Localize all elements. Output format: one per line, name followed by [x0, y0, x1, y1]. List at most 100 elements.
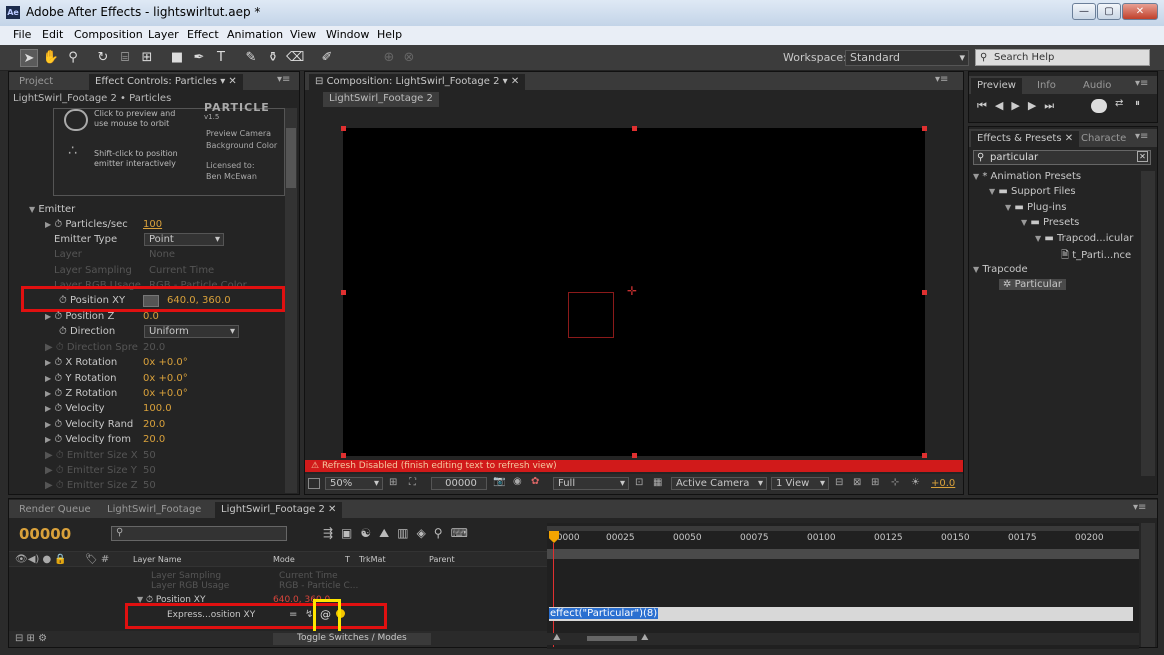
workspace-dropdown[interactable]: Standard ▾	[845, 50, 969, 66]
menu-animation[interactable]: Animation	[227, 28, 283, 41]
zoom-out-icon[interactable]: ⛰	[553, 633, 561, 643]
timeline-zoom-bar[interactable]: ⛰ ⛰	[547, 633, 1139, 645]
tab-render-queue[interactable]: Render Queue	[13, 502, 97, 518]
menu-file[interactable]: File	[13, 28, 31, 41]
toggle-pixel-icon[interactable]: ⊟	[835, 477, 843, 488]
y-rotation-value[interactable]: 0x +0.0°	[143, 373, 188, 384]
grid-icon[interactable]: ⊞	[389, 477, 397, 488]
zoom-dropdown[interactable]: 50% ▾	[325, 477, 383, 490]
camera-tool-icon[interactable]: ⌸	[116, 49, 134, 67]
fast-previews-icon[interactable]: ⊠	[853, 477, 861, 488]
prop-velocity-rand[interactable]: ▶ ⏱ Velocity Rand	[45, 419, 133, 430]
search-help-input[interactable]: ⚲ Search Help	[975, 49, 1150, 66]
menu-edit[interactable]: Edit	[42, 28, 63, 41]
direction-dropdown[interactable]: Uniform ▾	[144, 325, 239, 338]
tree-preset-file[interactable]: 🗎 t_Parti...nce	[1061, 248, 1131, 265]
menu-window[interactable]: Window	[326, 28, 369, 41]
show-snapshot-icon[interactable]: ◉	[513, 476, 522, 487]
flowchart-icon[interactable]: ⊹	[891, 477, 899, 488]
tab-lightswirl-footage-2[interactable]: LightSwirl_Footage 2 ✕	[215, 502, 343, 518]
preview-menu-icon[interactable]: ▾≡	[1135, 78, 1148, 89]
emitter-crosshair-icon[interactable]: ✛	[627, 284, 637, 298]
region-icon[interactable]: ⊡	[635, 477, 643, 488]
tree-animation-presets[interactable]: ▼ * Animation Presets	[973, 171, 1081, 182]
timeline-switch-icons[interactable]: ⇶▣☯⛰▥◈⚲⌨	[323, 526, 476, 541]
prop-x-rotation[interactable]: ▶ ⏱ X Rotation	[45, 357, 117, 368]
timeline-menu-icon[interactable]: ▾≡	[1133, 502, 1146, 513]
hand-tool-icon[interactable]: ✋	[42, 49, 60, 67]
layer-bounding-box[interactable]	[568, 292, 614, 338]
prop-particles-sec[interactable]: ▶ ⏱ Particles/sec	[45, 219, 128, 230]
comp-viewer[interactable]: ✛	[343, 128, 925, 456]
tab-info[interactable]: Info	[1031, 78, 1062, 94]
toggle-switches-modes-button[interactable]: Toggle Switches / Modes	[273, 633, 431, 645]
comp-timecode[interactable]: 00000	[431, 477, 487, 490]
layer-search-input[interactable]: ⚲	[111, 526, 287, 541]
prop-position-z[interactable]: ▶ ⏱ Position Z	[45, 311, 114, 322]
tree-support-files[interactable]: ▼ ▬ Support Files	[989, 186, 1076, 197]
col-trkmat[interactable]: TrkMat	[359, 555, 386, 564]
rotate-tool-icon[interactable]: ↻	[94, 49, 112, 67]
timeline-scrollbar[interactable]	[1141, 523, 1155, 647]
exposure-icon[interactable]: ☀	[911, 477, 920, 488]
particular-ui-header[interactable]: Click to preview and use mouse to orbit …	[53, 101, 285, 196]
type-tool-icon[interactable]: T	[212, 49, 230, 67]
tab-preview[interactable]: Preview	[971, 78, 1022, 94]
scroll-thumb[interactable]	[286, 128, 296, 188]
menu-layer[interactable]: Layer	[148, 28, 179, 41]
comp-subtab[interactable]: LightSwirl_Footage 2	[323, 92, 439, 107]
menu-view[interactable]: View	[290, 28, 316, 41]
brush-tool-icon[interactable]: ✎	[242, 49, 260, 67]
pan-behind-tool-icon[interactable]: ⊞	[138, 49, 156, 67]
particles-sec-value[interactable]: 100	[143, 219, 162, 230]
expression-field[interactable]: effect("Particular")(8)	[549, 607, 1133, 621]
left-scrollbar[interactable]	[285, 108, 297, 493]
position-z-value[interactable]: 0.0	[143, 311, 159, 322]
panel-menu-icon[interactable]: ▾≡	[277, 74, 290, 85]
eraser-tool-icon[interactable]: ⌫	[286, 49, 304, 67]
minimize-button[interactable]: —	[1072, 3, 1096, 20]
pen-tool-icon[interactable]: ✒	[190, 49, 208, 67]
effects-search-input[interactable]: ⚲ particular ✕	[973, 150, 1151, 165]
tree-particular-effect[interactable]: ✲ Particular	[999, 279, 1066, 290]
col-layer-name[interactable]: Layer Name	[133, 555, 181, 564]
comp-flow-icons[interactable]: ⊟ ⊞ ⚙	[15, 633, 47, 644]
loop-icon[interactable]: ⇄	[1115, 98, 1123, 109]
tab-lightswirl-footage[interactable]: LightSwirl_Footage	[101, 502, 207, 518]
tree-trapcode[interactable]: ▼ Trapcode	[973, 264, 1028, 275]
selection-tool-icon[interactable]: ➤	[20, 49, 38, 67]
channel-icon[interactable]: ✿	[531, 476, 539, 487]
menu-composition[interactable]: Composition	[74, 28, 143, 41]
clone-tool-icon[interactable]: ⚱	[264, 49, 282, 67]
menu-effect[interactable]: Effect	[187, 28, 219, 41]
views-dropdown[interactable]: 1 View ▾	[771, 477, 829, 490]
tree-plug-ins[interactable]: ▼ ▬ Plug-ins	[1005, 202, 1066, 213]
tab-project[interactable]: Project	[13, 74, 59, 90]
rectangle-tool-icon[interactable]: ■	[168, 49, 186, 67]
tab-effects-presets[interactable]: Effects & Presets ✕	[971, 131, 1080, 147]
col-t[interactable]: T	[345, 555, 350, 564]
tab-effect-controls[interactable]: Effect Controls: Particles ▾ ✕	[89, 74, 243, 90]
x-rotation-value[interactable]: 0x +0.0°	[143, 357, 188, 368]
prop-z-rotation[interactable]: ▶ ⏱ Z Rotation	[45, 388, 117, 399]
snapshot-icon[interactable]: 📷	[493, 476, 505, 487]
zoom-tool-icon[interactable]: ⚲	[64, 49, 82, 67]
tree-presets[interactable]: ▼ ▬ Presets	[1021, 217, 1079, 228]
z-rotation-value[interactable]: 0x +0.0°	[143, 388, 188, 399]
effects-scrollbar[interactable]	[1141, 171, 1155, 476]
layer-duration-bar[interactable]	[547, 549, 1139, 559]
velocity-rand-value[interactable]: 20.0	[143, 419, 165, 430]
always-preview-icon[interactable]	[308, 478, 320, 489]
prop-velocity-from[interactable]: ▶ ⏱ Velocity from	[45, 434, 131, 445]
playback-controls[interactable]: ⏮◀▶▶⏭	[977, 99, 1062, 113]
axis-world-icon[interactable]: ⊗	[400, 49, 418, 67]
timeline-icon[interactable]: ⊞	[871, 477, 879, 488]
time-graph-area[interactable]: 00000 00025 00050 00075 00100 00125 0015…	[547, 523, 1139, 649]
prop-y-rotation[interactable]: ▶ ⏱ Y Rotation	[45, 373, 116, 384]
mask-icon[interactable]: ⛶	[409, 477, 416, 488]
tab-composition[interactable]: ⊟ Composition: LightSwirl_Footage 2 ▾ ✕	[309, 74, 526, 90]
puppet-tool-icon[interactable]: ✐	[318, 49, 336, 67]
col-parent[interactable]: Parent	[429, 555, 455, 564]
emitter-type-dropdown[interactable]: Point ▾	[144, 233, 224, 246]
zoom-in-icon[interactable]: ⛰	[641, 633, 649, 643]
